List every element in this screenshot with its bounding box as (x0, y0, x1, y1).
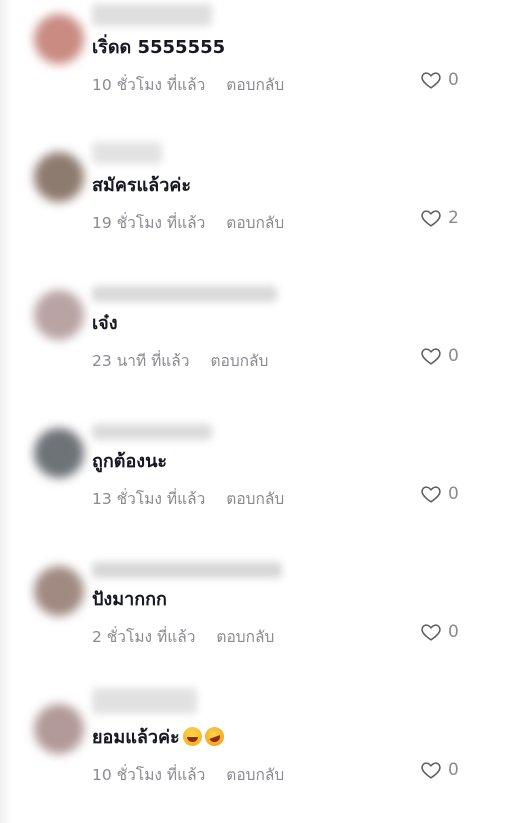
comment-text: เริ่ดด 5555555 (92, 37, 226, 58)
comment-text: ปังมากกก (92, 589, 167, 610)
username-blurred[interactable] (92, 688, 197, 714)
avatar[interactable] (34, 428, 84, 478)
reply-button[interactable]: ตอบกลับ (226, 490, 284, 508)
username-blurred[interactable] (92, 4, 212, 26)
heart-icon (421, 624, 441, 641)
comment-meta: 10 ชั่วโมง ที่แล้ว ตอบกลับ (92, 72, 284, 97)
heart-icon (421, 486, 441, 503)
comment-time: 10 ชั่วโมง ที่แล้ว (92, 766, 206, 784)
like-count: 0 (448, 760, 459, 780)
rolling-laughing-emoji (201, 724, 227, 749)
comment-meta: 2 ชั่วโมง ที่แล้ว ตอบกลับ (92, 624, 274, 649)
like-button[interactable]: 0 (420, 759, 459, 781)
avatar[interactable] (34, 566, 84, 616)
comment-item: เจ๋ง 23 นาที ที่แล้ว ตอบกลับ 0 (0, 286, 512, 428)
avatar[interactable] (34, 14, 84, 64)
comment-text: สมัครแล้วค่ะ (92, 175, 192, 196)
heart-icon (421, 210, 441, 227)
comment-item: ปังมากกก 2 ชั่วโมง ที่แล้ว ตอบกลับ 0 (0, 562, 512, 704)
heart-icon (421, 348, 441, 365)
comment-item: ยอมแล้วค่ะ 10 ชั่วโมง ที่แล้ว ตอบกลับ 0 (0, 688, 512, 823)
comment-text-content: ยอมแล้วค่ะ (92, 727, 180, 748)
comment-meta: 23 นาที ที่แล้ว ตอบกลับ (92, 348, 268, 373)
like-button[interactable]: 0 (420, 345, 459, 367)
reply-button[interactable]: ตอบกลับ (216, 628, 274, 646)
comment-item: สมัครแล้วค่ะ 19 ชั่วโมง ที่แล้ว ตอบกลับ … (0, 142, 512, 290)
reply-button[interactable]: ตอบกลับ (226, 214, 284, 232)
comment-text: ยอมแล้วค่ะ (92, 722, 227, 751)
comment-time: 19 ชั่วโมง ที่แล้ว (92, 214, 206, 232)
reply-button[interactable]: ตอบกลับ (210, 352, 268, 370)
comment-time: 23 นาที ที่แล้ว (92, 352, 190, 370)
avatar[interactable] (34, 152, 84, 202)
comment-meta: 13 ชั่วโมง ที่แล้ว ตอบกลับ (92, 486, 284, 511)
reply-button[interactable]: ตอบกลับ (226, 76, 284, 94)
comment-text: ถูกต้องนะ (92, 451, 168, 472)
like-button[interactable]: 0 (420, 69, 459, 91)
like-count: 2 (448, 208, 459, 228)
heart-icon (421, 72, 441, 89)
like-count: 0 (448, 622, 459, 642)
comment-text: เจ๋ง (92, 313, 118, 334)
comment-time: 2 ชั่วโมง ที่แล้ว (92, 628, 196, 646)
comment-meta: 10 ชั่วโมง ที่แล้ว ตอบกลับ (92, 762, 284, 787)
like-button[interactable]: 2 (420, 207, 459, 229)
like-count: 0 (448, 346, 459, 366)
avatar[interactable] (34, 704, 84, 754)
like-button[interactable]: 0 (420, 621, 459, 643)
username-blurred[interactable] (92, 286, 277, 302)
heart-icon (421, 762, 441, 779)
comment-item: เริ่ดด 5555555 10 ชั่วโมง ที่แล้ว ตอบกลั… (0, 4, 512, 152)
like-button[interactable]: 0 (420, 483, 459, 505)
username-blurred[interactable] (92, 142, 162, 164)
username-blurred[interactable] (92, 424, 212, 440)
comment-time: 13 ชั่วโมง ที่แล้ว (92, 490, 206, 508)
username-blurred[interactable] (92, 562, 282, 578)
like-count: 0 (448, 70, 459, 90)
avatar[interactable] (34, 290, 84, 340)
reply-button[interactable]: ตอบกลับ (226, 766, 284, 784)
laughing-face-emoji (182, 727, 202, 746)
comment-time: 10 ชั่วโมง ที่แล้ว (92, 76, 206, 94)
comment-meta: 19 ชั่วโมง ที่แล้ว ตอบกลับ (92, 210, 284, 235)
like-count: 0 (448, 484, 459, 504)
comment-item: ถูกต้องนะ 13 ชั่วโมง ที่แล้ว ตอบกลับ 0 (0, 424, 512, 566)
